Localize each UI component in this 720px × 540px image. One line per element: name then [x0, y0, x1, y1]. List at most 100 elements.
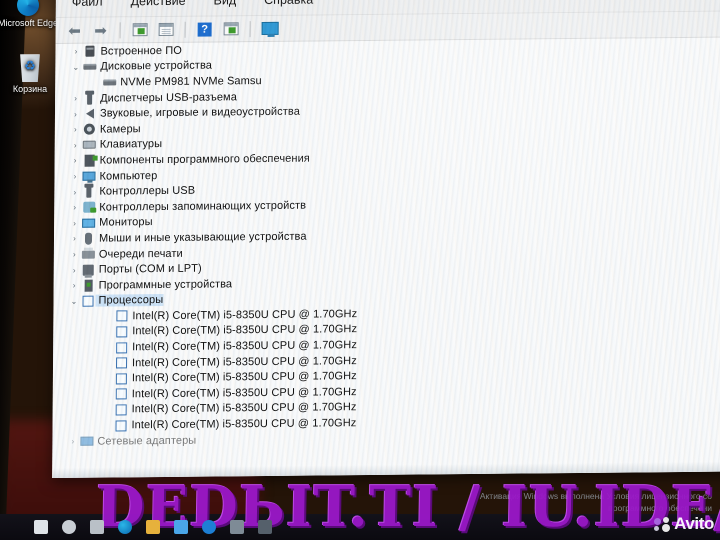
- edge-taskbar-icon[interactable]: [118, 520, 132, 534]
- device-type-icon: [82, 123, 97, 136]
- tree-item-label: Дисковые устройства: [100, 59, 213, 73]
- device-type-icon: [82, 154, 97, 167]
- tree-item-label: Встроенное ПО: [100, 44, 182, 58]
- tree-item-label: Клавиатуры: [99, 138, 163, 151]
- chevron-right-icon[interactable]: ›: [68, 219, 81, 228]
- scan-hardware-icon[interactable]: [220, 19, 242, 39]
- chevron-right-icon[interactable]: ›: [69, 141, 82, 150]
- chevron-right-icon[interactable]: ›: [69, 109, 82, 118]
- tree-item-label: Мониторы: [99, 216, 153, 229]
- device-type-icon: [81, 171, 96, 181]
- device-type-icon: [114, 341, 129, 354]
- chevron-down-icon[interactable]: ⌄: [67, 297, 80, 306]
- device-type-icon: [114, 373, 129, 385]
- desktop-icon-recycle-bin[interactable]: Корзина: [0, 52, 62, 95]
- chevron-right-icon[interactable]: ›: [69, 125, 82, 134]
- device-type-icon: [102, 79, 117, 86]
- device-type-icon: [81, 250, 96, 259]
- tree-item-label: Контроллеры запоминающих устройств: [99, 199, 307, 214]
- forward-icon[interactable]: ➡: [90, 20, 112, 40]
- device-type-icon: [82, 92, 97, 105]
- menu-view[interactable]: Вид: [211, 0, 238, 9]
- device-manager-window: Файл Действие Вид Справка ⬅ ➡ ? › Встроен…: [52, 0, 720, 479]
- tree-item-label: Порты (COM и LPT): [98, 262, 202, 276]
- menu-file[interactable]: Файл: [70, 0, 105, 10]
- device-type-icon: [80, 295, 95, 307]
- search-icon[interactable]: [62, 520, 76, 534]
- device-type-icon: [114, 357, 129, 369]
- back-icon[interactable]: ⬅: [64, 20, 86, 40]
- chevron-right-icon[interactable]: ›: [69, 94, 82, 103]
- device-type-icon: [114, 404, 129, 416]
- task-view-icon[interactable]: [90, 520, 104, 534]
- tree-item-label: Intel(R) Core(TM) i5-8350U CPU @ 1.70GHz: [131, 417, 357, 432]
- tree-item-label: Камеры: [99, 122, 141, 136]
- desktop-icon-edge[interactable]: Microsoft Edge: [0, 0, 60, 29]
- chevron-right-icon[interactable]: ›: [69, 156, 82, 165]
- file-explorer-icon[interactable]: [146, 520, 160, 534]
- device-type-icon: [81, 232, 96, 245]
- menu-help[interactable]: Справка: [262, 0, 315, 9]
- device-type-icon: [81, 218, 96, 228]
- device-type-icon: [82, 108, 97, 119]
- device-type-icon: [82, 64, 97, 71]
- device-type-icon: [81, 185, 96, 198]
- device-type-icon: [81, 264, 96, 276]
- chevron-right-icon[interactable]: ›: [69, 47, 82, 56]
- chevron-right-icon[interactable]: ›: [68, 234, 81, 243]
- device-type-icon: [114, 326, 129, 338]
- chevron-right-icon[interactable]: ›: [68, 281, 81, 290]
- chevron-down-icon[interactable]: ⌄: [69, 63, 82, 72]
- avito-logo-icon: [654, 516, 671, 532]
- screenshot-stage: Microsoft Edge Корзина Файл Действие Вид…: [0, 0, 720, 540]
- tree-item-label: NVMe PM981 NVMe Samsu: [120, 75, 262, 89]
- tree-item-label: Intel(R) Core(TM) i5-8350U CPU @ 1.70GHz: [131, 370, 357, 385]
- device-type-icon: [81, 279, 96, 292]
- store-icon[interactable]: [174, 520, 188, 534]
- tree-item-label: Мыши и иные указывающие устройства: [98, 230, 307, 245]
- tree-item-label: Очереди печати: [98, 247, 183, 261]
- chevron-right-icon[interactable]: ›: [68, 203, 81, 212]
- tree-item-label: Диспетчеры USB-разъема: [100, 90, 237, 105]
- device-type-icon: [82, 140, 97, 150]
- show-devices-icon[interactable]: [259, 18, 281, 38]
- tree-item-label: Компоненты программного обеспечения: [99, 152, 310, 167]
- menu-action[interactable]: Действие: [129, 0, 188, 10]
- toolbar-separator-3: [249, 20, 251, 37]
- avito-watermark: Avito: [654, 514, 714, 534]
- taskbar-icons: [34, 515, 272, 539]
- tree-item-label: Intel(R) Core(TM) i5-8350U CPU @ 1.70GHz: [132, 339, 358, 354]
- chevron-right-icon[interactable]: ›: [68, 265, 81, 274]
- tree-item-label: Intel(R) Core(TM) i5-8350U CPU @ 1.70GHz: [132, 323, 358, 338]
- device-type-icon: [79, 436, 94, 446]
- tree-item-label: Компьютер: [99, 169, 158, 183]
- app-icon[interactable]: [258, 520, 272, 534]
- toolbar-separator-1: [119, 21, 121, 38]
- mail-icon[interactable]: [202, 520, 216, 534]
- toolbar-separator-2: [184, 21, 186, 38]
- update-driver-icon[interactable]: [155, 19, 177, 39]
- device-type-icon: [81, 201, 96, 213]
- chevron-right-icon[interactable]: ›: [66, 437, 79, 446]
- settings-icon[interactable]: [230, 520, 244, 534]
- device-type-icon: [114, 388, 129, 400]
- properties-icon[interactable]: [129, 20, 151, 40]
- tree-item-label: Intel(R) Core(TM) i5-8350U CPU @ 1.70GHz: [131, 354, 357, 369]
- device-tree[interactable]: › Встроенное ПО ⌄ Дисковые устройства NVMe P…: [52, 37, 720, 479]
- recycle-bin-icon: [20, 54, 40, 82]
- device-type-icon: [113, 419, 128, 431]
- tree-item-label: Intel(R) Core(TM) i5-8350U CPU @ 1.70GHz: [131, 385, 357, 401]
- help-icon[interactable]: ?: [194, 19, 216, 39]
- chevron-right-icon[interactable]: ›: [68, 187, 81, 196]
- tree-item-label: Звуковые, игровые и видеоустройства: [99, 105, 301, 120]
- chevron-right-icon[interactable]: ›: [68, 250, 81, 259]
- start-icon[interactable]: [34, 520, 48, 534]
- tree-item-label: Сетевые адаптеры: [97, 434, 197, 448]
- device-type-icon: [114, 310, 129, 322]
- avito-label: Avito: [674, 514, 714, 533]
- edge-icon: [17, 0, 39, 16]
- tree-item-label: Программные устройства: [98, 278, 233, 292]
- chevron-right-icon[interactable]: ›: [68, 172, 81, 181]
- desktop-icon-edge-label: Microsoft Edge: [0, 18, 59, 28]
- device-type-icon: [82, 45, 97, 58]
